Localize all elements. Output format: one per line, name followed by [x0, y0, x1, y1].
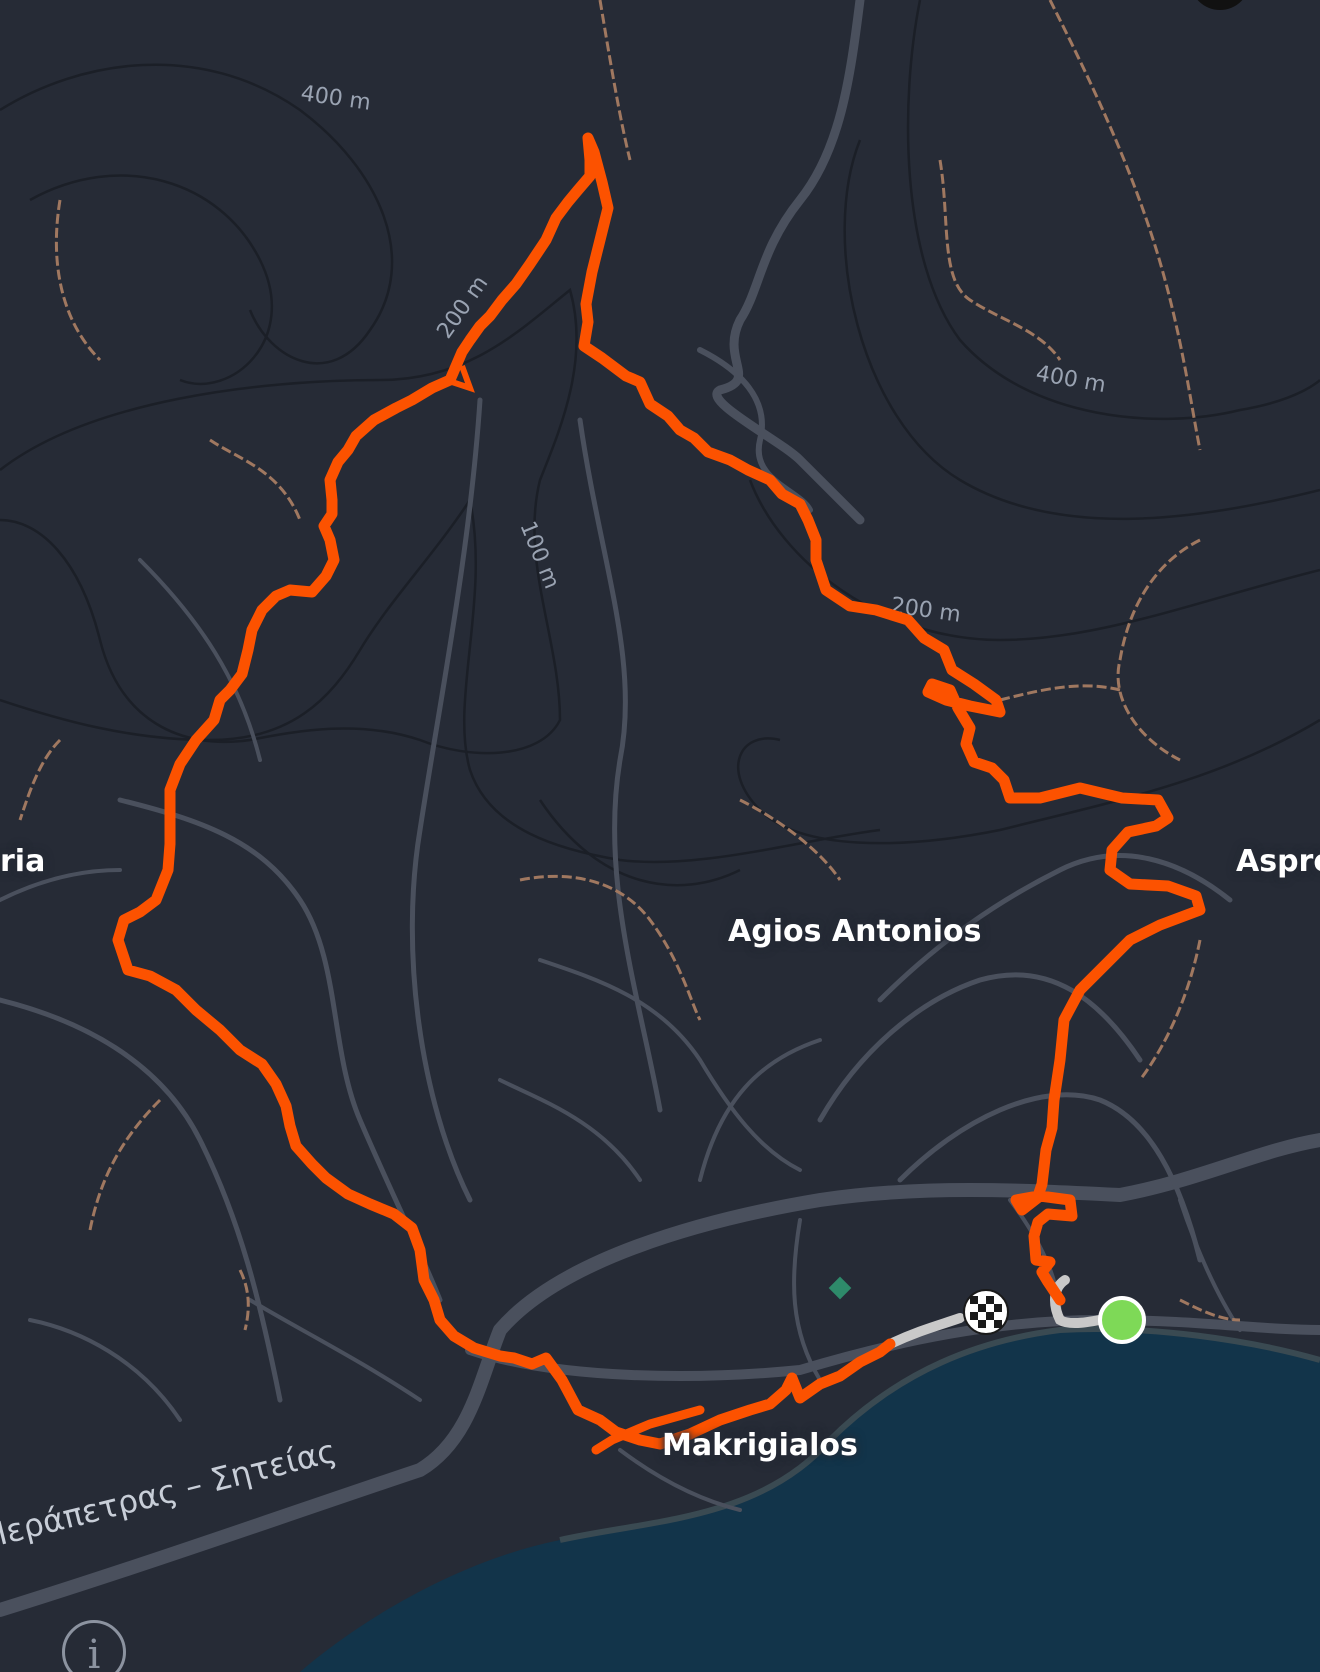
start-dot-icon	[1098, 1296, 1146, 1344]
contour-label: 400 m	[1034, 361, 1108, 398]
activity-route	[112, 132, 1206, 1450]
finish-marker[interactable]	[963, 1289, 1009, 1335]
map-canvas: 400 m 200 m 100 m 400 m 200 m Ιεράπετρας…	[0, 0, 1320, 1672]
poi-marker	[828, 1276, 852, 1300]
place-label-left-edge: ria	[0, 844, 46, 879]
contour-lines	[0, 0, 1320, 887]
contour-label: 400 m	[299, 81, 372, 116]
place-label-makrigialos: Makrigialos	[662, 1428, 858, 1463]
sea-area	[300, 1329, 1320, 1672]
place-label-agios-antonios: Agios Antonios	[728, 914, 982, 949]
start-marker[interactable]	[1098, 1296, 1146, 1344]
map-control-partial	[1197, 0, 1243, 10]
road-name-label: Ιεράπετρας – Σητείας	[0, 1432, 340, 1553]
contour-label: 200 m	[432, 271, 493, 343]
info-icon: i	[87, 1632, 101, 1672]
map-view[interactable]: 400 m 200 m 100 m 400 m 200 m Ιεράπετρας…	[0, 0, 1320, 1672]
place-label-right-edge: Aspro	[1236, 844, 1320, 879]
contour-label: 100 m	[514, 518, 564, 593]
